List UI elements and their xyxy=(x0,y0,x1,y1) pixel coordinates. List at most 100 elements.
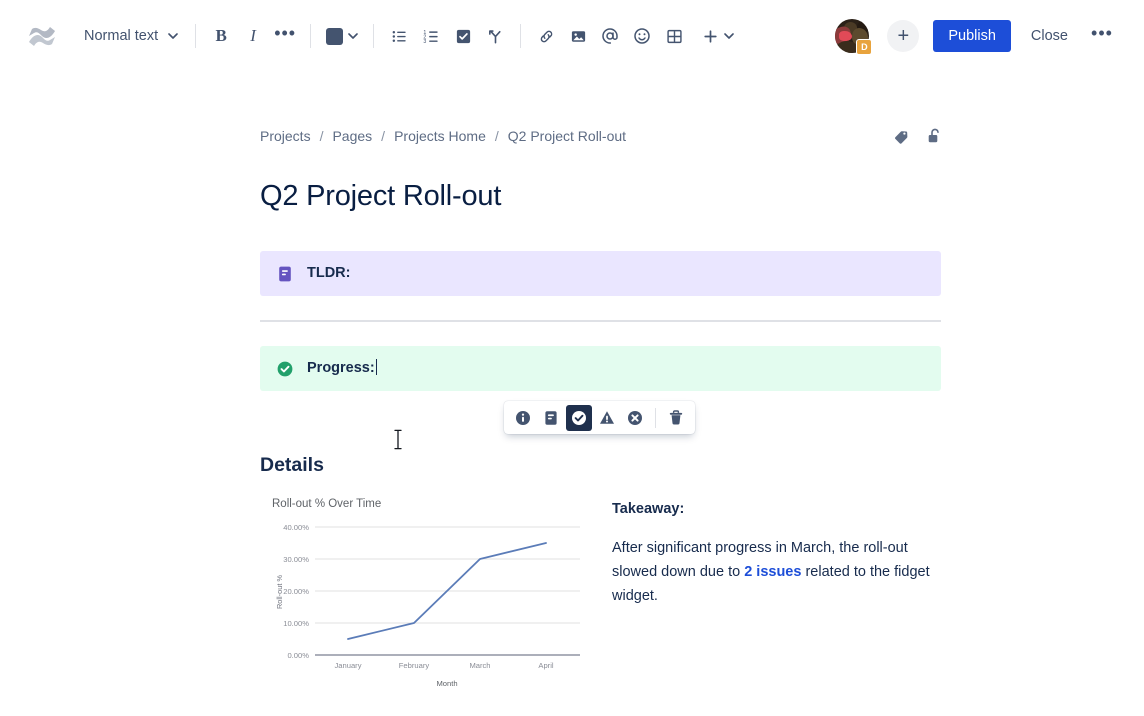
link-icon xyxy=(540,30,552,42)
link-button[interactable] xyxy=(530,20,562,52)
publish-button[interactable]: Publish xyxy=(933,20,1011,52)
takeaway-heading: Takeaway: xyxy=(612,501,685,517)
breadcrumb-item-projects[interactable]: Projects xyxy=(260,128,311,144)
breadcrumb-item-pages[interactable]: Pages xyxy=(332,128,372,144)
panel-toolbar-divider xyxy=(655,407,656,428)
success-check-icon xyxy=(572,410,586,425)
issues-link[interactable]: 2 issues xyxy=(744,564,801,580)
panel-type-toolbar[interactable] xyxy=(504,401,695,434)
table-icon xyxy=(667,29,682,43)
close-label: Close xyxy=(1030,28,1068,44)
insert-more-button[interactable] xyxy=(696,20,740,52)
breadcrumb-separator: / xyxy=(319,128,324,144)
decision-button[interactable] xyxy=(479,20,511,52)
mouse-ibeam-cursor xyxy=(394,429,402,450)
note-icon xyxy=(276,265,294,283)
numbered-list-button[interactable]: 1 2 3 xyxy=(415,20,447,52)
avatar-draft-badge: D xyxy=(856,39,873,55)
takeaway-column: Takeaway: After significant progress in … xyxy=(612,492,941,692)
toolbar-divider xyxy=(195,24,197,48)
more-actions-label: ••• xyxy=(1091,22,1113,43)
chart-y-axis-label: Roll-out % xyxy=(275,575,284,610)
text-style-dropdown[interactable]: Normal text xyxy=(74,20,186,52)
svg-text:10.00%: 10.00% xyxy=(283,619,309,628)
chart-x-axis-label: Month xyxy=(436,679,457,688)
panel-type-info[interactable] xyxy=(510,405,536,431)
progress-panel-text: Progress: xyxy=(307,358,378,378)
breadcrumb-actions xyxy=(893,127,944,145)
chevron-down-icon xyxy=(168,33,178,39)
note-icon xyxy=(545,410,557,425)
page-body: Projects / Pages / Projects Home / Q2 Pr… xyxy=(0,72,1144,716)
chart-gridlines xyxy=(315,526,580,624)
chart-title: Roll-out % Over Time xyxy=(272,498,382,510)
chart-column: Roll-out % Over Time 40.00% 30.00% 20.00… xyxy=(260,492,593,692)
close-button[interactable]: Close xyxy=(1019,20,1080,52)
publish-label: Publish xyxy=(948,28,996,44)
svg-text:30.00%: 30.00% xyxy=(283,555,309,564)
details-heading: Details xyxy=(260,454,324,476)
editor-toolbar: Normal text B I ••• 1 2 3 D + Publish Cl… xyxy=(0,0,1144,72)
page-title[interactable]: Q2 Project Roll-out xyxy=(260,180,501,213)
content-divider xyxy=(260,320,941,322)
chart-svg: 40.00% 30.00% 20.00% 10.00% 0.00% Januar… xyxy=(275,523,580,688)
emoji-smiley-icon xyxy=(634,28,650,44)
tldr-panel[interactable]: TLDR: xyxy=(260,251,941,296)
progress-panel[interactable]: Progress: xyxy=(260,346,941,391)
emoji-button[interactable] xyxy=(626,20,658,52)
mention-at-icon xyxy=(602,28,618,44)
chevron-down-icon xyxy=(348,33,358,39)
chevron-down-icon xyxy=(724,33,734,39)
warning-triangle-icon xyxy=(600,410,614,424)
bullet-list-button[interactable] xyxy=(383,20,415,52)
rollout-chart[interactable]: Roll-out % Over Time 40.00% 30.00% 20.00… xyxy=(260,492,593,692)
svg-text:February: February xyxy=(399,661,430,670)
chart-y-tick-labels: 40.00% 30.00% 20.00% 10.00% 0.00% xyxy=(283,523,309,660)
plus-icon xyxy=(704,29,717,43)
panel-type-note[interactable] xyxy=(538,405,564,431)
info-circle-icon xyxy=(516,410,530,425)
more-formatting-label: ••• xyxy=(274,23,297,43)
decision-branch-icon xyxy=(488,29,501,43)
trash-icon xyxy=(669,409,683,424)
breadcrumb-item-current-page[interactable]: Q2 Project Roll-out xyxy=(508,128,626,144)
svg-text:3: 3 xyxy=(423,38,426,44)
chart-x-tick-labels: January February March April xyxy=(334,661,553,670)
breadcrumb-item-projects-home[interactable]: Projects Home xyxy=(394,128,486,144)
text-color-button[interactable] xyxy=(320,20,364,52)
breadcrumb-separator: / xyxy=(381,128,386,144)
add-collaborator-button[interactable]: + xyxy=(887,20,920,52)
breadcrumb: Projects / Pages / Projects Home / Q2 Pr… xyxy=(260,128,626,144)
task-list-button[interactable] xyxy=(447,20,479,52)
text-color-swatch xyxy=(326,27,344,45)
panel-type-warning[interactable] xyxy=(594,405,620,431)
success-check-icon xyxy=(276,360,294,378)
panel-remove[interactable] xyxy=(663,405,689,431)
image-button[interactable] xyxy=(562,20,594,52)
unlocked-padlock-icon[interactable] xyxy=(926,127,944,145)
italic-button[interactable]: I xyxy=(237,20,269,52)
svg-text:40.00%: 40.00% xyxy=(283,523,309,532)
svg-text:20.00%: 20.00% xyxy=(283,587,309,596)
italic-label: I xyxy=(250,26,256,45)
bullet-list-icon xyxy=(392,30,406,42)
toolbar-divider xyxy=(520,24,522,48)
table-button[interactable] xyxy=(658,20,690,52)
user-avatar[interactable]: D xyxy=(835,19,873,55)
numbered-list-icon: 1 2 3 xyxy=(423,29,438,44)
checkbox-icon xyxy=(456,29,470,43)
mention-button[interactable] xyxy=(594,20,626,52)
more-formatting-button[interactable]: ••• xyxy=(269,20,301,52)
bold-button[interactable]: B xyxy=(205,20,237,52)
labels-tag-icon[interactable] xyxy=(893,128,910,145)
panel-type-success[interactable] xyxy=(566,404,592,431)
confluence-logo-icon[interactable] xyxy=(24,18,60,54)
panel-type-error[interactable] xyxy=(622,405,648,431)
image-icon xyxy=(571,30,585,42)
breadcrumb-row: Projects / Pages / Projects Home / Q2 Pr… xyxy=(260,127,944,145)
svg-text:April: April xyxy=(538,661,554,670)
text-style-label: Normal text xyxy=(84,28,159,44)
bold-label: B xyxy=(215,26,227,45)
svg-text:March: March xyxy=(469,661,490,670)
more-actions-button[interactable]: ••• xyxy=(1086,20,1118,52)
